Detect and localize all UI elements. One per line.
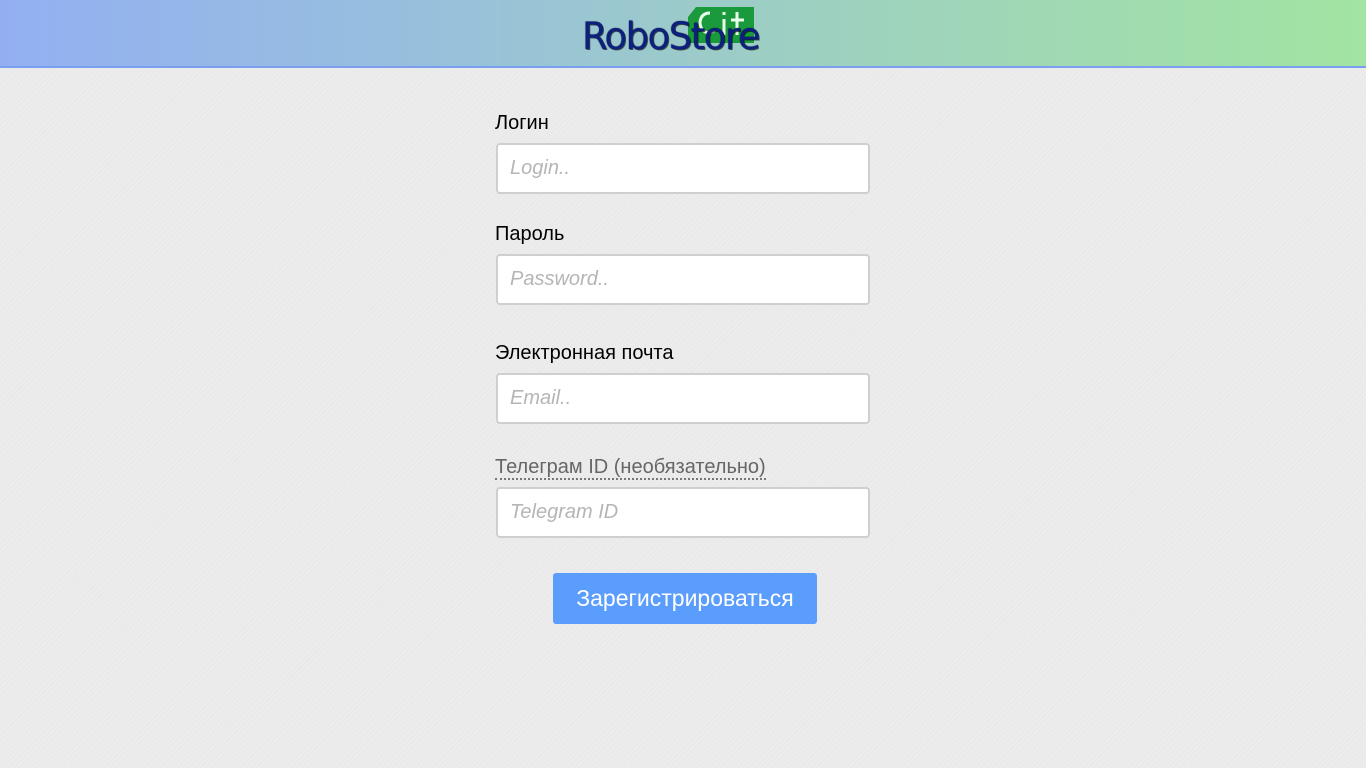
login-label: Логин — [495, 112, 549, 134]
login-input[interactable] — [496, 143, 870, 194]
password-input[interactable] — [496, 254, 870, 305]
email-label: Электронная почта — [495, 342, 674, 364]
top-header: RoboStore — [0, 0, 1366, 68]
telegram-input[interactable] — [496, 487, 870, 538]
telegram-label: Телеграм ID (необязательно) — [495, 456, 766, 480]
robostore-logo[interactable]: RoboStore — [582, 6, 782, 62]
register-button[interactable]: Зарегистрироваться — [553, 573, 817, 624]
password-label: Пароль — [495, 223, 565, 245]
email-input[interactable] — [496, 373, 870, 424]
logo-text: RoboStore — [582, 15, 761, 58]
